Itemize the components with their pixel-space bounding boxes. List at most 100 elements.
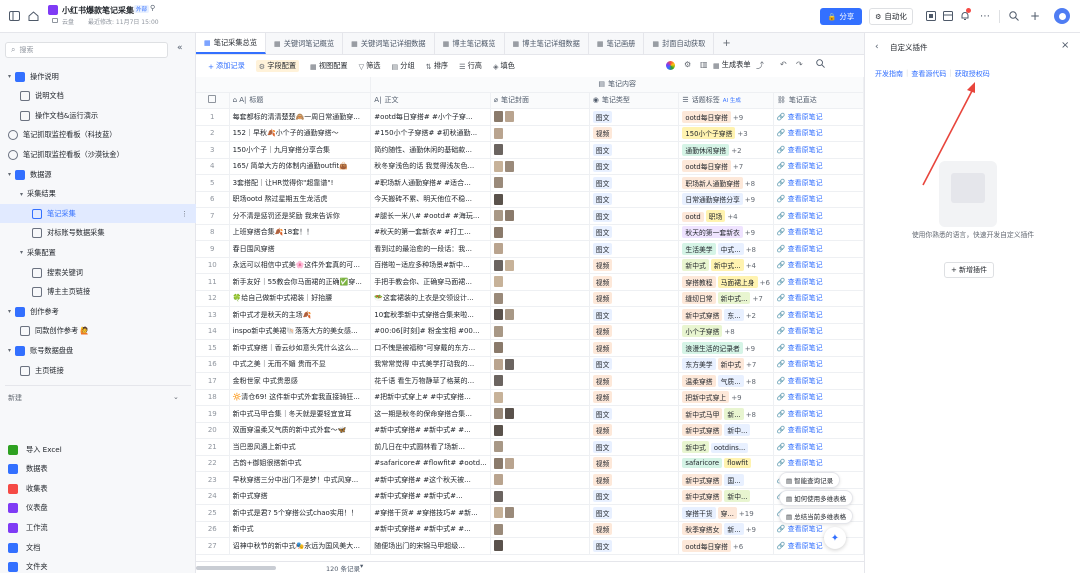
table-row[interactable]: 23 早秋穿搭三分中出门不是梦！中式风穿... #新中式穿搭# #这个秋天被... 视… [196,471,864,489]
cover-thumbnail[interactable] [493,160,503,172]
table-row[interactable]: 7 分不清是惩罚还是奖励 我来告诉你 #腿长一米八# #ootd# #海玩... 图文… [196,207,864,225]
link-cell[interactable]: 🔗查看原笔记 [773,108,864,126]
tags-cell[interactable]: 把新中式穿上 +9 [678,389,774,406]
note-link[interactable]: 查看原笔记 [788,179,823,187]
body-cell[interactable]: 我常常觉得 中式美学打动我的... [370,356,491,373]
cover-cell[interactable] [490,141,590,159]
cover-cell[interactable] [490,405,590,423]
type-cell[interactable]: 图文 [589,191,680,208]
body-cell[interactable]: 花千语 看生万物静草了格莱的... [370,372,491,390]
doc-title[interactable]: 小红书爆款笔记采集 [62,5,134,16]
ai-chat-suggestion-3[interactable]: ▤ 总结当前多维表格 [779,508,854,524]
type-cell[interactable]: 图文 [589,306,680,324]
note-link[interactable]: 查看原笔记 [788,393,823,401]
note-link[interactable]: 查看原笔记 [788,426,823,434]
body-cell[interactable]: #safaricore# #flowfit# #ootd... [370,455,491,472]
cover-cell[interactable] [490,108,590,126]
cover-thumbnail[interactable] [493,325,503,337]
note-link[interactable]: 查看原笔记 [788,410,823,418]
note-link[interactable]: 查看原笔记 [788,344,823,352]
layout-icon[interactable] [942,10,954,22]
type-cell[interactable]: 视频 [589,521,680,538]
collapse-sidebar-icon[interactable]: « [177,43,183,53]
body-cell[interactable]: #职场新人通勤穿搭# #适合... [370,174,491,192]
title-cell[interactable]: 新中式穿搭 [229,488,372,505]
title-cell[interactable]: 分不清是惩罚还是奖励 我来告诉你 [229,207,372,225]
title-cell[interactable]: 职场ootd 熬过星期五生龙活虎 [229,191,372,208]
table-row[interactable]: 16 中式之美｜无而不媚 贵而不显 我常常觉得 中式美学打动我的... 图文 东方美学新… [196,356,864,373]
new-item[interactable]: 导入 Excel [8,440,62,459]
cover-thumbnail[interactable] [493,144,503,156]
cover-thumbnail[interactable] [493,490,503,502]
view-config-button[interactable]: ▦ 视图配置 [310,61,348,71]
cover-cell[interactable] [490,521,590,538]
title-cell[interactable]: 诏神中秋节的新中式🎭永远为国风美大... [229,537,372,555]
link-cell[interactable]: 🔗查看原笔记 [773,240,864,258]
title-cell[interactable]: 永远可以相信中式美🌸这件外套真的可... [229,257,372,274]
redo-icon[interactable]: ↷ [796,60,803,69]
gen-form-button[interactable]: ▦ 生成表单 [713,60,751,70]
note-link[interactable]: 查看原笔记 [788,129,823,137]
type-cell[interactable]: 视频 [589,471,680,489]
body-cell[interactable]: #新中式穿搭# #新中式#... [370,488,491,505]
column-header-title[interactable]: ⌂ A| 标题 [229,92,372,109]
link-cell[interactable]: 🔗查看原笔记 [773,306,864,324]
cover-thumbnail[interactable] [493,292,503,304]
type-cell[interactable]: 图文 [589,488,680,505]
view-tab[interactable]: ▦ 博主笔记概览 [435,33,505,54]
type-cell[interactable]: 图文 [589,537,680,555]
cover-thumbnail[interactable] [493,193,503,205]
type-cell[interactable]: 图文 [589,207,680,225]
new-section-collapse-icon[interactable]: ⌄ [173,393,179,401]
automation-button[interactable]: ⚙ 自动化 [869,8,913,25]
note-link[interactable]: 查看原笔记 [788,443,823,451]
link-cell[interactable]: 🔗查看原笔记 [773,125,864,142]
note-link[interactable]: 查看原笔记 [788,294,823,302]
link-cell[interactable]: 🔗查看原笔记 [773,372,864,390]
cover-thumbnail[interactable] [493,177,503,189]
note-link[interactable]: 查看原笔记 [788,311,823,319]
tags-cell[interactable]: 穿搭干货 穿... +19 [678,504,774,522]
body-cell[interactable]: #ootd每日穿搭# #小个子穿... [370,108,491,126]
type-cell[interactable]: 图文 [589,356,680,373]
body-cell[interactable]: 今天搬砖不累、明天他位不稳... [370,191,491,208]
sidebar-item[interactable]: 说明文档 [0,87,196,106]
body-cell[interactable]: 🥗这套裙装的上衣是交领设计... [370,290,491,307]
cover-cell[interactable] [490,339,590,357]
add-plugin-button[interactable]: + 新增插件 [944,262,994,278]
ai-chat-suggestion-2[interactable]: ▤ 如何使用多维表格 [779,490,854,506]
type-cell[interactable]: 图文 [589,158,680,175]
new-item[interactable]: 数据表 [8,460,48,479]
type-cell[interactable]: 视频 [589,422,680,439]
sort-button[interactable]: ⇅ 排序 [426,61,448,71]
table-row[interactable]: 19 新中式马甲合集｜冬天就是要轻宜宜耳 这一期是秋冬的保命穿搭合集... 图文 新中式… [196,405,864,423]
title-cell[interactable]: 🔆清仓69! 这件新中式外套我直接骑狂... [229,389,372,406]
tags-cell[interactable]: 新中式穿搭 新中... [678,488,774,505]
home-icon[interactable] [27,10,39,22]
extension-icon[interactable] [925,10,937,22]
share-view-icon[interactable]: ⤴ [756,60,764,71]
view-tab[interactable]: ▦ 笔记采集总览 [196,33,266,54]
search-grid-icon[interactable] [816,59,825,70]
tags-cell[interactable]: 小个子穿搭 +8 [678,323,774,340]
link-cell[interactable]: 🔗查看原笔记 [773,290,864,307]
cover-cell[interactable] [490,356,590,373]
fill-color-button[interactable]: ◈ 填色 [493,61,515,71]
tags-cell[interactable]: 通勤休闲穿搭 +2 [678,141,774,159]
doc-location[interactable]: 云盘 [62,17,74,26]
link-cell[interactable]: 🔗查看原笔记 [773,191,864,208]
link-cell[interactable]: 🔗查看原笔记 [773,339,864,357]
view-tab[interactable]: ▦ 关键词笔记详细数据 [343,33,435,54]
body-cell[interactable]: #秋天的第一套新衣# #打工... [370,224,491,241]
title-cell[interactable]: 3套搭配｜让HR觉得你"超靠谱"! [229,174,372,192]
body-cell[interactable]: #腿长一米八# #ootd# #海玩... [370,207,491,225]
sidebar-item[interactable]: ▾ 操作说明 [0,67,196,86]
cover-thumbnail[interactable] [504,160,514,172]
cover-thumbnail[interactable] [493,210,503,222]
sidebar-item[interactable]: ▾ 创作参考 [0,302,196,321]
cover-cell[interactable] [490,290,590,307]
sidebar-item[interactable]: 主页链接 [0,361,196,380]
title-cell[interactable]: 中式之美｜无而不媚 贵而不显 [229,356,372,373]
tags-cell[interactable]: 新中式穿搭 东... +2 [678,306,774,324]
cover-thumbnail[interactable] [493,457,503,469]
